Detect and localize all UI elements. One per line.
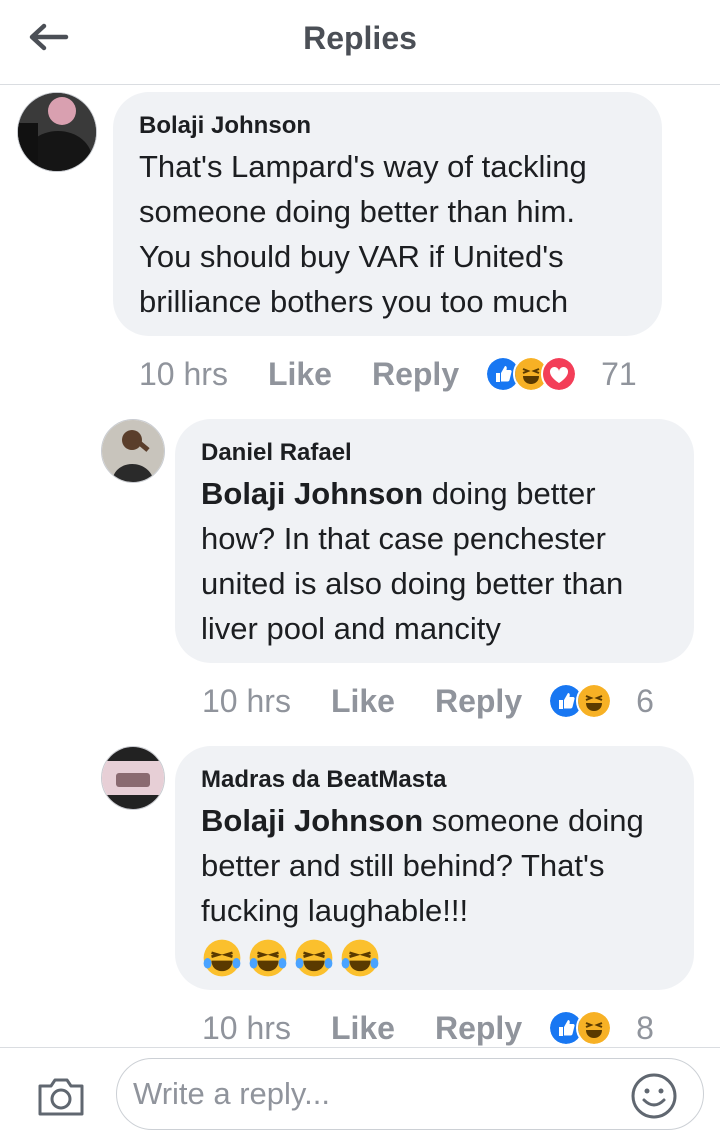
header-bar: Replies — [0, 0, 720, 85]
page-title: Replies — [303, 20, 417, 56]
comment-meta: 10 hrs Like Reply 71 — [139, 352, 637, 396]
tears-of-joy-emoji — [295, 939, 333, 977]
comment-line: better and still behind? That's — [201, 848, 605, 883]
camera-icon[interactable] — [36, 1076, 86, 1118]
comment-meta: 10 hrs Like Reply 6 — [202, 679, 654, 723]
avatar[interactable] — [101, 746, 165, 810]
reaction-icons[interactable] — [548, 683, 613, 719]
haha-reaction-icon — [576, 1010, 613, 1046]
comment-text: Bolaji Johnson someone doing better and … — [201, 798, 668, 979]
tears-of-joy-emoji — [249, 939, 287, 977]
comment-bubble: Bolaji Johnson That's Lampard's way of t… — [113, 92, 662, 336]
avatar[interactable] — [17, 92, 97, 172]
comment-author[interactable]: Bolaji Johnson — [139, 112, 636, 140]
tears-of-joy-emoji — [341, 939, 379, 977]
comment-text: Bolaji Johnson doing better how? In that… — [201, 471, 668, 651]
timestamp[interactable]: 10 hrs — [202, 683, 291, 720]
like-button[interactable]: Like — [331, 683, 395, 720]
comment-line: united is also doing better than — [201, 566, 624, 601]
comment-line: someone doing better than him. — [139, 194, 575, 229]
timestamp[interactable]: 10 hrs — [139, 356, 228, 393]
reaction-count[interactable]: 6 — [636, 683, 654, 720]
comment-bubble: Madras da BeatMasta Bolaji Johnson someo… — [175, 746, 694, 990]
comment-line: doing better — [423, 476, 596, 511]
comment-line: liver pool and mancity — [201, 611, 501, 646]
comment-meta: 10 hrs Like Reply 8 — [202, 1006, 654, 1050]
reaction-count[interactable]: 71 — [601, 356, 637, 393]
emoji-row — [201, 937, 668, 979]
reaction-icons[interactable] — [548, 1010, 613, 1046]
reaction-icons[interactable] — [485, 356, 578, 392]
comment-line: how? In that case penchester — [201, 521, 606, 556]
smiley-icon[interactable] — [630, 1072, 678, 1120]
reply-button[interactable]: Reply — [435, 1010, 522, 1047]
comment-line: fucking laughable!!! — [201, 893, 469, 928]
mention-link[interactable]: Bolaji Johnson — [201, 803, 423, 838]
comment-line: You should buy VAR if United's — [139, 239, 564, 274]
comment-author[interactable]: Daniel Rafael — [201, 439, 668, 467]
like-button[interactable]: Like — [331, 1010, 395, 1047]
comment-line: brilliance bothers you too much — [139, 284, 569, 319]
reply-input[interactable] — [116, 1058, 704, 1130]
haha-reaction-icon — [576, 683, 613, 719]
comment-text: That's Lampard's way of tackling someone… — [139, 144, 636, 324]
reply-button[interactable]: Reply — [372, 356, 459, 393]
mention-link[interactable]: Bolaji Johnson — [201, 476, 423, 511]
tears-of-joy-emoji — [203, 939, 241, 977]
timestamp[interactable]: 10 hrs — [202, 1010, 291, 1047]
reply-button[interactable]: Reply — [435, 683, 522, 720]
reaction-count[interactable]: 8 — [636, 1010, 654, 1047]
love-reaction-icon — [541, 356, 578, 392]
comment-line: someone doing — [423, 803, 644, 838]
comment-bubble: Daniel Rafael Bolaji Johnson doing bette… — [175, 419, 694, 663]
comment-line: That's Lampard's way of tackling — [139, 149, 587, 184]
like-button[interactable]: Like — [268, 356, 332, 393]
avatar[interactable] — [101, 419, 165, 483]
comment-author[interactable]: Madras da BeatMasta — [201, 766, 668, 794]
reply-composer — [0, 1047, 720, 1132]
